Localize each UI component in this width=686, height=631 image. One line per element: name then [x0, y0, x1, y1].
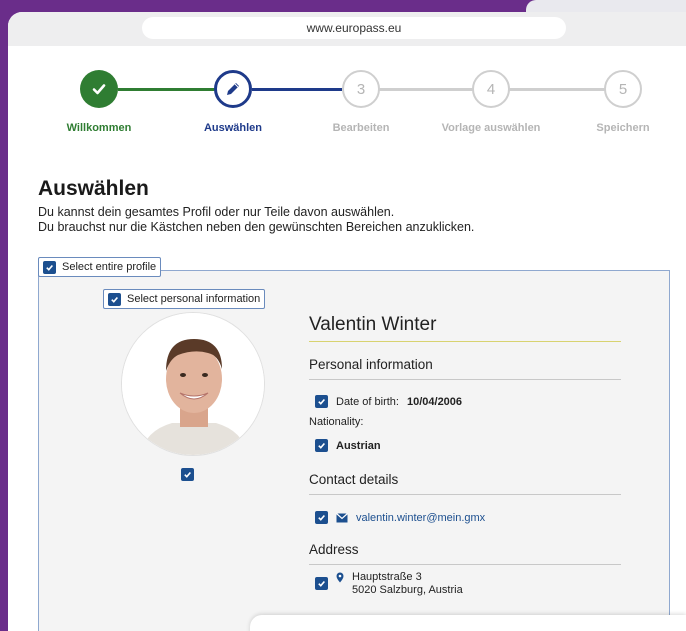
step-connector	[508, 88, 605, 91]
progress-stepper: 3 4 5 Willkommen Auswählen Bearbeiten Vo…	[8, 70, 686, 160]
select-entire-label: Select entire profile	[62, 261, 157, 273]
checkbox-checked-icon	[315, 395, 328, 408]
step-label-willkommen: Willkommen	[66, 122, 132, 134]
checkbox-checked-icon	[108, 292, 121, 306]
browser-toolbar: www.europass.eu	[8, 12, 686, 46]
intro-line-2: Du brauchst nur die Kästchen neben den g…	[38, 220, 475, 234]
profile-panel: Select personal information Valentin Win…	[38, 270, 670, 631]
page-title: Auswählen	[38, 177, 149, 200]
dob-label: Date of birth:	[336, 395, 399, 408]
photo-checkbox[interactable]	[181, 468, 194, 481]
overlay-card	[250, 615, 686, 631]
step-4-circle[interactable]: 4	[472, 70, 510, 108]
divider	[309, 379, 621, 380]
divider	[309, 564, 621, 565]
nationality-label-row: Nationality:	[309, 416, 363, 428]
dob-row[interactable]: Date of birth: 10/04/2006	[315, 395, 462, 408]
select-entire-profile-checkbox[interactable]: Select entire profile	[38, 257, 162, 277]
address-line-1: Hauptstraße 3	[352, 571, 422, 583]
address-row[interactable]: Hauptstraße 3 5020 Salzburg, Austria	[315, 571, 463, 597]
profile-name: Valentin Winter	[309, 314, 437, 335]
intro-line-1: Du kannst dein gesamtes Profil oder nur …	[38, 205, 395, 219]
section-title-address: Address	[309, 542, 359, 557]
step-2-circle[interactable]	[214, 70, 252, 108]
section-title-contact: Contact details	[309, 472, 399, 487]
divider	[309, 341, 621, 342]
step-label-vorlage: Vorlage auswählen	[441, 122, 541, 134]
email-row[interactable]: valentin.winter@mein.gmx	[315, 511, 485, 524]
dob-value: 10/04/2006	[406, 395, 463, 408]
section-title-personal-info: Personal information	[309, 357, 433, 372]
email-link[interactable]: valentin.winter@mein.gmx	[356, 512, 485, 524]
location-pin-icon	[336, 572, 344, 583]
step-number: 3	[356, 80, 366, 98]
step-number: 4	[486, 80, 496, 98]
select-personal-info-checkbox[interactable]: Select personal information	[103, 289, 266, 309]
step-connector	[252, 88, 342, 91]
checkbox-checked-icon	[315, 439, 328, 452]
step-connector	[378, 88, 473, 91]
browser-window: www.europass.eu 3 4 5 Willkommen Auswähl…	[8, 12, 686, 631]
address-line-2: 5020 Salzburg, Austria	[352, 584, 463, 596]
step-label-speichern: Speichern	[596, 122, 650, 134]
nationality-row[interactable]: Austrian	[315, 439, 381, 452]
checkbox-checked-icon	[315, 577, 328, 590]
step-label-auswaehlen: Auswählen	[203, 122, 263, 134]
step-3-circle[interactable]: 3	[342, 70, 380, 108]
step-number: 5	[618, 80, 628, 98]
check-icon	[92, 84, 106, 95]
url-bar[interactable]: www.europass.eu	[142, 17, 566, 39]
envelope-icon	[336, 512, 348, 522]
checkbox-checked-icon	[315, 511, 328, 524]
person-portrait-icon	[122, 313, 264, 455]
address-text: Hauptstraße 3 5020 Salzburg, Austria	[352, 571, 463, 597]
pencil-icon	[227, 83, 239, 95]
intro-text: Du kannst dein gesamtes Profil oder nur …	[38, 205, 474, 235]
divider	[309, 494, 621, 495]
select-personal-label: Select personal information	[127, 293, 261, 305]
step-label-bearbeiten: Bearbeiten	[332, 122, 390, 134]
step-5-circle[interactable]: 5	[604, 70, 642, 108]
profile-photo	[121, 312, 265, 456]
step-connector	[118, 88, 215, 91]
nationality-label: Nationality:	[309, 416, 364, 428]
nationality-value: Austrian	[336, 439, 381, 452]
step-1-circle[interactable]	[80, 70, 118, 108]
checkbox-checked-icon	[43, 260, 56, 274]
